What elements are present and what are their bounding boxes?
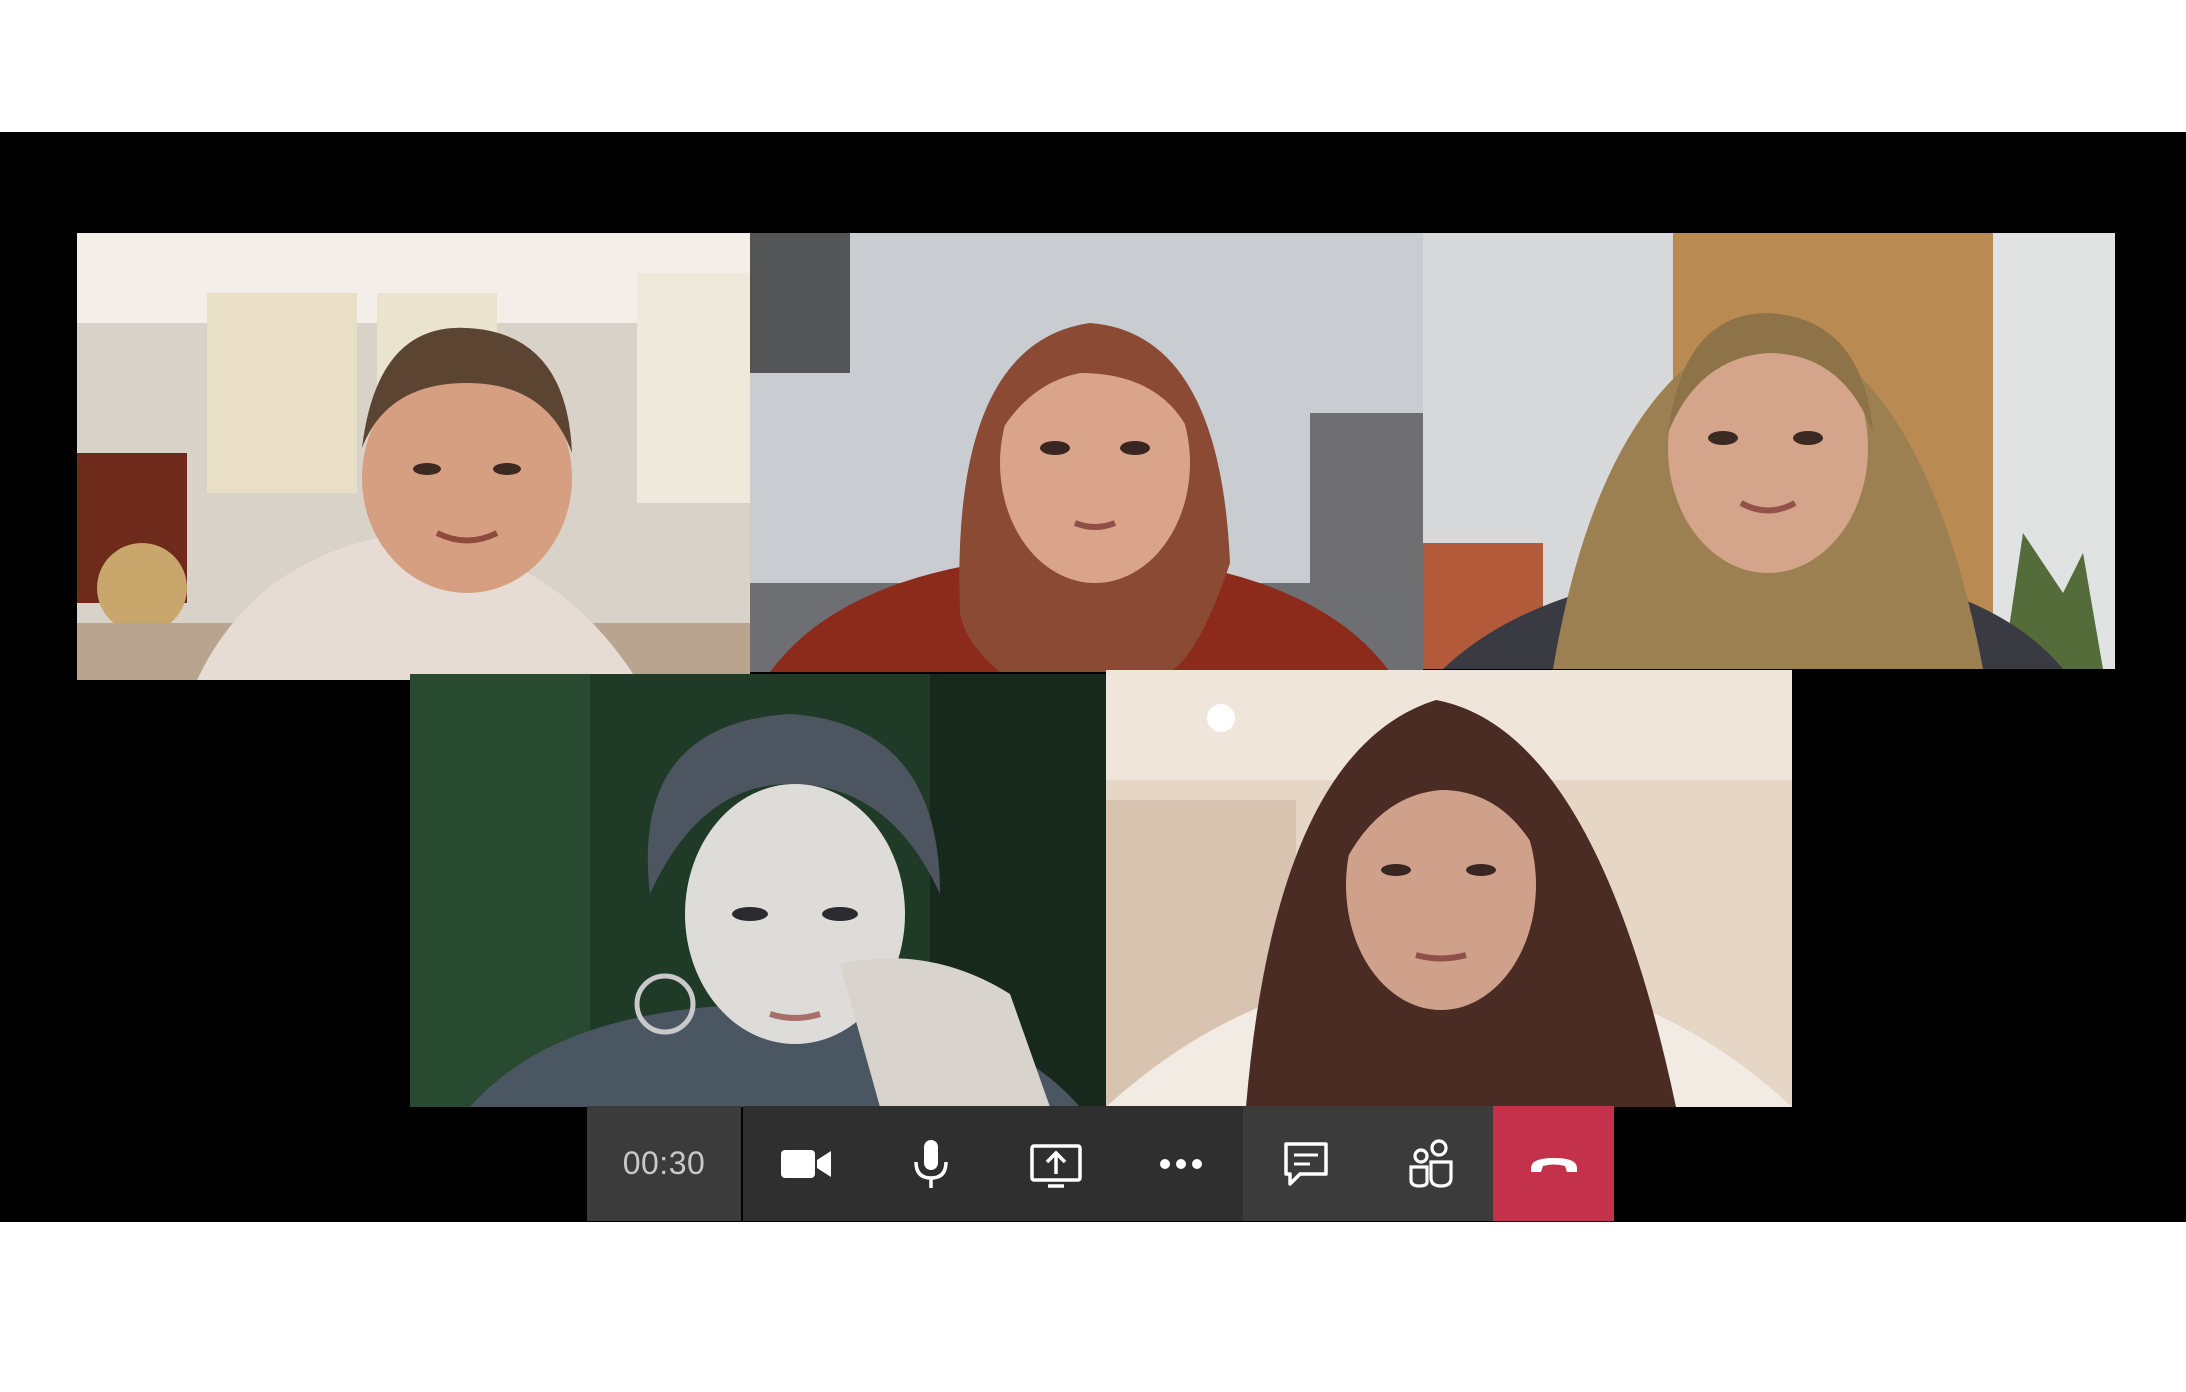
camera-button[interactable] bbox=[743, 1106, 868, 1221]
video-feed-1 bbox=[77, 233, 750, 680]
call-timer: 00:30 bbox=[622, 1145, 706, 1181]
share-screen-icon bbox=[1029, 1143, 1082, 1188]
camera-icon bbox=[780, 1149, 831, 1178]
participant-video-4[interactable] bbox=[410, 674, 1106, 1107]
share-screen-button[interactable] bbox=[993, 1106, 1118, 1221]
call-controls-toolbar: 00:30 bbox=[587, 1106, 1614, 1221]
hang-up-section bbox=[1493, 1106, 1614, 1221]
page: 00:30 bbox=[0, 0, 2186, 1392]
panel-controls bbox=[1243, 1106, 1493, 1221]
microphone-button[interactable] bbox=[868, 1106, 993, 1221]
hang-up-button[interactable] bbox=[1493, 1106, 1614, 1221]
more-options-icon bbox=[1159, 1158, 1202, 1169]
chat-button[interactable] bbox=[1243, 1106, 1368, 1221]
video-feed-4 bbox=[410, 674, 1106, 1107]
participant-video-1[interactable] bbox=[77, 233, 750, 680]
video-feed-5 bbox=[1106, 670, 1792, 1107]
microphone-icon bbox=[913, 1139, 948, 1188]
call-timer-section: 00:30 bbox=[587, 1106, 741, 1221]
participant-video-3[interactable] bbox=[1423, 233, 2115, 669]
chat-icon bbox=[1283, 1141, 1328, 1186]
participant-video-5[interactable] bbox=[1106, 670, 1792, 1107]
video-feed-2 bbox=[750, 233, 1423, 672]
media-controls bbox=[743, 1106, 1243, 1221]
participants-button[interactable] bbox=[1368, 1106, 1493, 1221]
more-options-button[interactable] bbox=[1118, 1106, 1243, 1221]
participants-icon bbox=[1408, 1138, 1453, 1188]
participant-video-2[interactable] bbox=[750, 233, 1423, 672]
video-feed-3 bbox=[1423, 233, 2115, 669]
hang-up-icon bbox=[1530, 1157, 1577, 1172]
video-stage: 00:30 bbox=[0, 132, 2186, 1222]
